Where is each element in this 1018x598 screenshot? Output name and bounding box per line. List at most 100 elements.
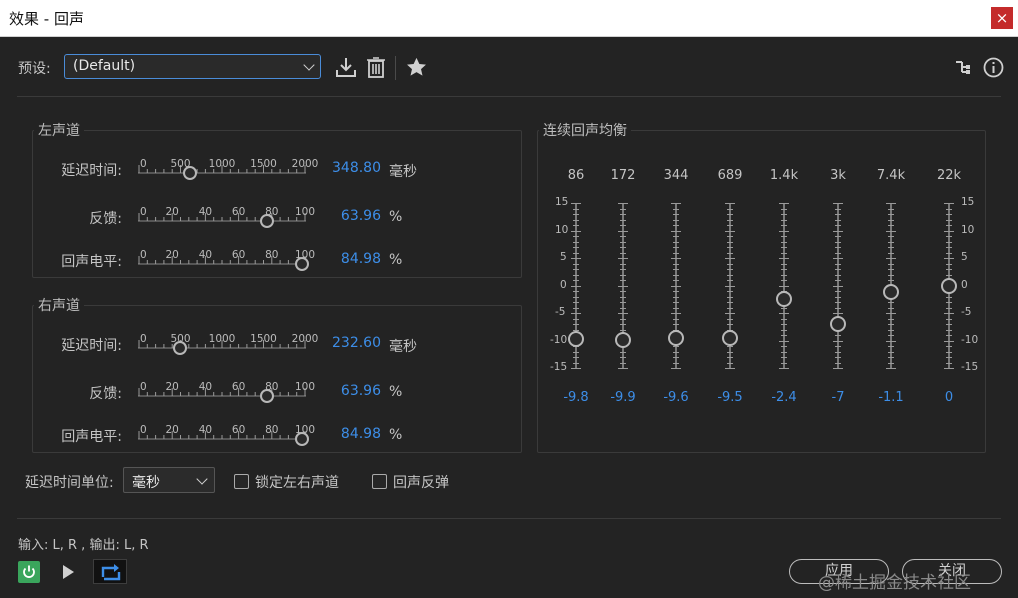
routing-icon[interactable] <box>954 58 972 76</box>
eq-tick <box>573 225 579 226</box>
eq-tick <box>727 263 733 265</box>
right-feedback-slider[interactable]: 0 20 40 60 80 100 <box>138 381 315 412</box>
power-button[interactable] <box>18 561 40 583</box>
echo-bounce-checkbox[interactable] <box>372 474 387 489</box>
eq-tick <box>835 214 841 215</box>
eq-tick <box>573 324 579 325</box>
eq-tick <box>673 247 679 248</box>
eq-tick <box>835 208 841 210</box>
eq-tick <box>618 230 628 232</box>
chevron-down-icon <box>196 473 208 485</box>
window-close-button[interactable]: × <box>991 7 1013 29</box>
left-delay-slider-thumb[interactable] <box>182 166 197 180</box>
eq-tick <box>727 296 733 298</box>
left-delay-value[interactable]: 348.80 <box>321 160 381 176</box>
loop-button[interactable] <box>93 559 127 584</box>
eq-tick <box>946 335 952 336</box>
eq-tick <box>886 258 896 259</box>
lock-channels-checkbox[interactable] <box>234 474 249 489</box>
eq-tick <box>781 329 787 331</box>
eq-tick <box>946 208 952 210</box>
right-delay-label: 延迟时间: <box>61 338 122 354</box>
eq-band-thumb[interactable] <box>668 330 684 347</box>
eq-tick <box>888 225 894 226</box>
eq-band-value[interactable]: -2.4 <box>771 390 796 405</box>
eq-tick <box>573 263 579 265</box>
right-feedback-value[interactable]: 63.96 <box>321 383 381 399</box>
eq-band-value[interactable]: -9.9 <box>610 390 635 405</box>
right-delay-slider[interactable]: 0 500 1000 1500 2000 <box>138 333 318 364</box>
slider-tick-label: 40 <box>198 381 213 393</box>
right-delay-value[interactable]: 232.60 <box>321 335 381 351</box>
eq-band-thumb[interactable] <box>941 277 957 294</box>
power-icon <box>23 565 35 578</box>
left-echo-level-slider-thumb[interactable] <box>295 257 310 271</box>
eq-tick <box>725 368 735 369</box>
eq-tick <box>727 219 733 221</box>
eq-band-thumb[interactable] <box>568 331 584 348</box>
eq-tick <box>573 351 579 353</box>
right-echo-level-slider-thumb[interactable] <box>295 432 310 446</box>
eq-tick <box>620 225 626 226</box>
slider-tick-label: 100 <box>294 381 316 393</box>
eq-tick <box>886 203 896 204</box>
eq-tick <box>573 236 579 237</box>
save-preset-icon[interactable] <box>335 56 357 78</box>
eq-tick <box>781 351 787 353</box>
slider-tick-label: 60 <box>231 381 246 393</box>
eq-title: 连续回声均衡 <box>539 120 631 140</box>
eq-band-label: 3k <box>830 168 846 183</box>
eq-tick <box>944 368 954 369</box>
right-echo-level-value[interactable]: 84.98 <box>321 426 381 442</box>
eq-band-thumb[interactable] <box>722 329 738 346</box>
eq-tick <box>620 263 626 265</box>
slider-tick-label: 0 <box>140 158 147 170</box>
right-feedback-slider-thumb[interactable] <box>260 389 275 403</box>
delete-preset-icon[interactable] <box>366 56 386 78</box>
eq-tick <box>944 230 954 232</box>
eq-scale-label-left: -5 <box>555 306 566 318</box>
right-delay-slider-thumb[interactable] <box>173 341 188 355</box>
eq-tick <box>573 208 579 210</box>
delay-unit-dropdown[interactable]: 毫秒 <box>123 467 215 493</box>
eq-tick <box>620 291 626 292</box>
left-feedback-slider-thumb[interactable] <box>260 214 275 228</box>
eq-band-value[interactable]: -9.5 <box>717 390 742 405</box>
delay-unit-label: 延迟时间单位: <box>25 475 114 491</box>
preset-dropdown[interactable]: (Default) <box>64 54 321 79</box>
eq-band-label: 22k <box>936 168 962 183</box>
eq-tick <box>573 296 579 298</box>
slider-ruler <box>138 213 306 222</box>
eq-tick <box>571 230 581 232</box>
eq-band-thumb[interactable] <box>830 316 846 332</box>
eq-band-value[interactable]: -9.6 <box>663 390 688 405</box>
eq-band-thumb[interactable] <box>776 290 792 307</box>
left-echo-level-slider[interactable]: 0 20 40 60 80 100 <box>138 249 315 280</box>
eq-scale-label-right: -15 <box>961 361 979 373</box>
eq-band-value[interactable]: -7 <box>832 390 845 405</box>
info-icon[interactable] <box>983 57 1004 78</box>
eq-tick <box>888 329 894 331</box>
left-feedback-value[interactable]: 63.96 <box>321 208 381 224</box>
eq-tick <box>888 214 894 215</box>
eq-tick <box>835 346 841 347</box>
eq-band-value[interactable]: -1.1 <box>878 390 903 405</box>
left-delay-slider[interactable]: 0 500 1000 1500 2000 <box>138 158 318 189</box>
eq-tick <box>833 313 843 314</box>
favorite-star-icon[interactable] <box>406 57 427 77</box>
eq-tick <box>620 236 626 237</box>
eq-tick <box>781 236 787 237</box>
eq-band-value[interactable]: -9.8 <box>563 390 588 405</box>
eq-tick <box>571 368 581 369</box>
right-echo-level-slider[interactable]: 0 20 40 60 80 100 <box>138 424 315 455</box>
preset-value: (Default) <box>73 58 136 74</box>
left-feedback-slider[interactable]: 0 20 40 60 80 100 <box>138 206 315 237</box>
left-echo-level-value[interactable]: 84.98 <box>321 251 381 267</box>
play-icon[interactable] <box>61 564 75 580</box>
eq-band-value[interactable]: 0 <box>945 390 953 405</box>
eq-scale-label-left: 0 <box>560 278 567 291</box>
eq-band-thumb[interactable] <box>883 283 899 300</box>
eq-tick <box>779 340 789 342</box>
eq-band-thumb[interactable] <box>615 331 631 348</box>
eq-tick <box>944 313 954 314</box>
